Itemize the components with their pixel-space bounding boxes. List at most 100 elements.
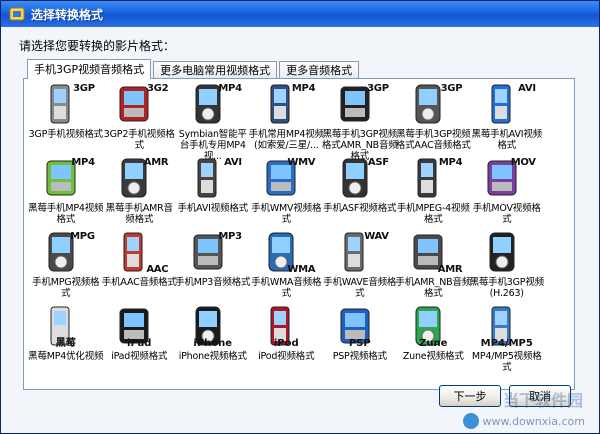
format-item[interactable]: AAC 手机AAC音频格式 [101,229,177,303]
format-caption: PSP视频格式 [332,351,387,362]
format-caption: MP4/MP5视频格式 [471,351,542,373]
format-item[interactable]: MP3 手机MP3音频格式 [175,229,251,303]
format-caption: 手机WAVE音频格式 [323,277,397,299]
format-caption: iPhone视频格式 [178,351,247,362]
format-item[interactable]: MP4 手机常用MP4视频(如索爱/三星/... [248,81,324,155]
ipad-icon: iPad [110,305,168,349]
format-item[interactable]: iPod iPod视频格式 [250,303,324,377]
format-item[interactable]: 3GP 黑莓手机3GP视频格式AAC音频格式 [396,81,471,155]
format-item[interactable]: MP4 手机MPEG-4视频格式 [397,155,471,229]
format-item[interactable]: AMR 黑莓手机AMR音频格式 [103,155,177,229]
format-badge: MP3 [218,231,242,242]
format-item[interactable]: 3GP 黑莓手机3GP视频格式AMR_NB音频格式 [322,81,398,162]
blackberry-h263-icon [478,231,536,275]
format-caption: 手机MPG视频格式 [32,277,100,299]
zune-icon: Zune [404,305,462,349]
format-item[interactable]: MP4 Symbian智能平台手机专用MP4视... [176,81,250,162]
format-badge: 3GP [73,83,95,94]
format-item[interactable]: AVI 手机AVI视频格式 [176,155,250,229]
ipod-icon: iPod [257,305,315,349]
format-badge: WMA [287,264,316,275]
device-label: 黑莓 [55,338,76,349]
phone-red-icon: 3G2 [110,83,169,127]
format-badge: AVI [518,83,536,94]
format-grid: 3GP 3GP手机视频格式 3G2 3GP2手机视频格式 MP4 Symbian智能平台手… [24,81,576,377]
format-caption: 手机ASF视频格式 [323,203,397,214]
phone-aac-icon: AAC [110,231,169,275]
format-item[interactable]: WMV 手机WMV视频格式 [250,155,324,229]
iphone-icon: iPhone [184,305,242,349]
window-title: 选择转换格式 [31,7,104,22]
dialog-window: 选择转换格式 请选择您要转换的影片格式： 手机3GP视频音频格式 更多电脑常用视频… [0,0,600,434]
format-item[interactable]: MOV 手机MOV视频格式 [470,155,544,229]
watermark-name: 当下软件园 [502,391,583,410]
tab-1[interactable]: 更多电脑常用视频格式 [153,61,278,79]
format-badge: MP4 [438,157,463,168]
format-item[interactable]: Zune Zune视频格式 [397,303,471,377]
mp4-player-icon: MP4/MP5 [478,305,536,349]
phone-quicktime-icon: MOV [478,157,536,201]
format-tabs: 手机3GP视频音频格式 更多电脑常用视频格式 更多音频格式 [27,59,361,79]
format-panel: 3GP 3GP手机视频格式 3G2 3GP2手机视频格式 MP4 Symbian智能平台手… [23,78,575,390]
format-item[interactable]: AVI 黑莓手机AVI视频格式 [470,81,544,155]
format-item[interactable]: WAV 手机WAVE音频格式 [323,229,397,303]
format-badge: MPG [70,231,95,242]
phone-amr-icon: AMR [404,231,463,275]
blackberry-icon: 3GP [331,83,389,127]
tab-0[interactable]: 手机3GP视频音频格式 [27,59,152,79]
title-bar[interactable]: 选择转换格式 [1,1,599,27]
dialog-content: 请选择您要转换的影片格式： 手机3GP视频音频格式 更多电脑常用视频格式 更多音频格… [1,27,599,433]
format-badge: AAC [146,264,169,275]
phone-disc-icon: MP4 [37,157,95,201]
format-item[interactable]: 黑莓 黑莓MP4优化视频 [28,303,104,377]
format-item[interactable]: iPad iPad视频格式 [103,303,177,377]
format-badge: MP4 [218,83,242,94]
format-caption: 手机WMA音频格式 [251,277,322,299]
device-label: iPad [127,338,152,349]
blackberry-white-icon: 黑莓 [37,305,95,349]
device-label: iPhone [193,338,233,349]
format-caption: 手机AMR_NB音频格式 [395,277,472,299]
format-item[interactable]: WMA 手机WMA音频格式 [250,229,324,303]
phone-media-icon: AVI [478,83,536,127]
format-item[interactable]: MP4/MP5 MP4/MP5视频格式 [470,303,544,377]
format-caption: 手机AVI视频格式 [177,203,249,214]
phone-keypad-icon: 3GP [404,83,463,127]
device-label: PSP [348,338,371,349]
phone-qwerty-icon: MP4 [404,157,463,201]
phone-wmv-icon: WMV [257,157,316,201]
format-badge: AMR [143,157,169,168]
format-badge: WMV [287,157,316,168]
format-item[interactable]: MP4 黑莓手机MP4视频格式 [28,155,104,229]
format-caption: Zune视频格式 [402,351,464,362]
phone-silver-icon: 3GP [37,83,95,127]
format-caption: 手机常用MP4视频(如索爱/三星/... [248,129,324,151]
format-caption: 黑莓手机AMR音频格式 [105,203,173,225]
format-badge: MOV [510,157,536,168]
format-caption: 黑莓手机MP4视频格式 [28,203,104,225]
phone-wma-icon: WMA [257,231,316,275]
next-button[interactable]: 下一步 [439,385,501,407]
tab-2[interactable]: 更多音频格式 [279,61,360,79]
format-item[interactable]: iPhone iPhone视频格式 [176,303,250,377]
format-item[interactable]: MPG 手机MPG视频格式 [29,229,103,303]
format-caption: 手机AAC音频格式 [101,277,177,288]
format-item[interactable]: 3G2 3GP2手机视频格式 [103,81,177,155]
format-caption: 3GP2手机视频格式 [103,129,175,151]
format-caption: iPod视频格式 [258,351,315,362]
psp-icon: PSP [331,305,389,349]
watermark-logo-icon [462,413,479,429]
format-item[interactable]: AMR 手机AMR_NB音频格式 [395,229,472,303]
format-badge: 3G2 [147,83,169,94]
phone-mp3-icon: MP3 [184,231,242,275]
format-item[interactable]: 3GP 3GP手机视频格式 [29,81,104,155]
format-item[interactable]: PSP PSP视频格式 [323,303,397,377]
format-item[interactable]: ASF 手机ASF视频格式 [323,155,397,229]
watermark: www.downxia.com [462,413,585,429]
blackberry-audio-icon: AMR [110,157,169,201]
format-badge: WAV [364,231,389,242]
format-caption: iPad视频格式 [111,351,168,362]
format-caption: 手机MP3音频格式 [175,277,251,288]
phone-mpg-icon: MPG [37,231,95,275]
format-item[interactable]: 黑莓手机3GP视频(H.263) [470,229,544,303]
